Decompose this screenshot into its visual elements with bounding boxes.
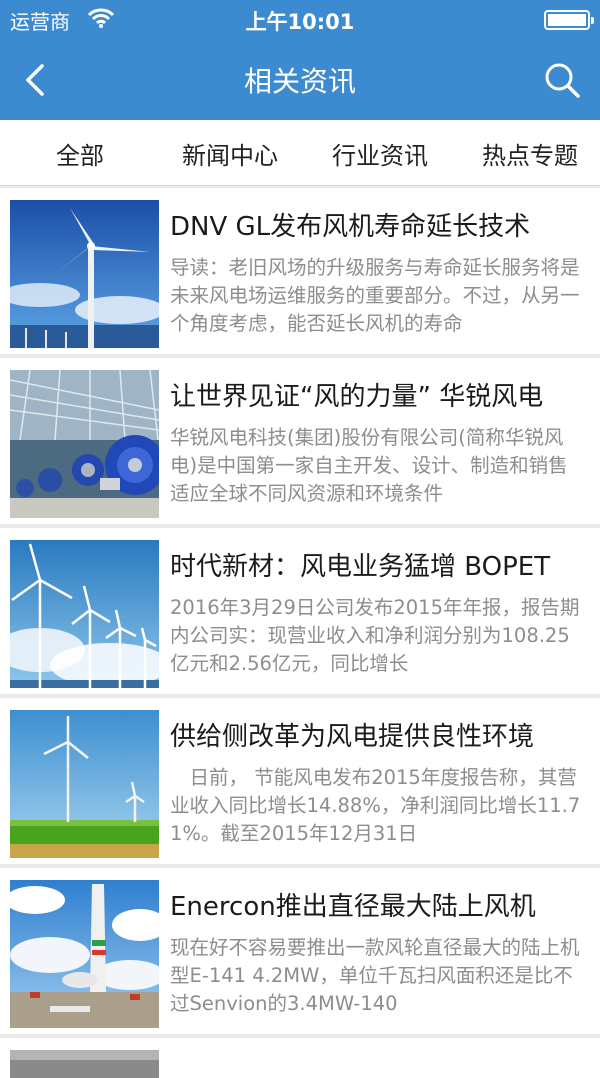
nav-bar: 相关资讯 <box>0 40 600 120</box>
tab-all[interactable]: 全部 <box>5 120 155 186</box>
article-summary: 日前， 节能风电发布2015年度报告称，其营业收入同比增长14.88%，净利润同… <box>170 766 581 845</box>
list-item[interactable] <box>0 1038 600 1078</box>
category-tabs: 全部 新闻中心 行业资讯 热点专题 <box>0 120 600 186</box>
article-summary: 导读：老旧风场的升级服务与寿命延长服务将是未来风电场运维服务的重要部分。不过，从… <box>170 256 580 335</box>
search-button[interactable] <box>542 60 582 100</box>
article-thumbnail <box>10 370 159 518</box>
list-item[interactable]: 让世界见证“风的力量” 华锐风电 华锐风电科技(集团)股份有限公司(简称华锐风电… <box>0 358 600 524</box>
list-item[interactable]: Enercon推出直径最大陆上风机 现在好不容易要推出一款风轮直径最大的陆上机型… <box>0 868 600 1034</box>
article-title: Enercon推出直径最大陆上风机 <box>170 892 536 922</box>
list-item[interactable]: DNV GL发布风机寿命延长技术 导读：老旧风场的升级服务与寿命延长服务将是未来… <box>0 188 600 354</box>
battery-icon <box>544 10 594 30</box>
article-thumbnail <box>10 710 159 858</box>
search-icon <box>545 63 580 98</box>
article-title: 让世界见证“风的力量” 华锐风电 <box>170 382 544 412</box>
article-title: 时代新材：风电业务猛增 BOPET <box>170 552 551 582</box>
list-item[interactable]: 时代新材：风电业务猛增 BOPET 2016年3月29日公司发布2015年年报，… <box>0 528 600 694</box>
page-title: 相关资讯 <box>243 65 356 98</box>
article-summary: 现在好不容易要推出一款风轮直径最大的陆上机型E-141 4.2MW，单位千瓦扫风… <box>170 936 580 1015</box>
article-thumbnail <box>10 200 159 348</box>
tab-hot-topics[interactable]: 热点专题 <box>455 120 600 186</box>
article-summary: 华锐风电科技(集团)股份有限公司(简称华锐风电)是中国第一家自主开发、设计、制造… <box>170 426 568 505</box>
article-thumbnail <box>10 540 159 688</box>
tab-news-center[interactable]: 新闻中心 <box>155 120 305 186</box>
article-thumbnail <box>10 880 159 1028</box>
article-title: 供给侧改革为风电提供良性环境 <box>170 722 535 752</box>
list-item[interactable]: 供给侧改革为风电提供良性环境 日前， 节能风电发布2015年度报告称，其营业收入… <box>0 698 600 864</box>
article-thumbnail <box>10 1050 159 1078</box>
article-summary: 2016年3月29日公司发布2015年年报，报告期内公司实：现营业收入和净利润分… <box>170 596 580 675</box>
status-time: 上午10:01 <box>245 10 355 34</box>
article-title: DNV GL发布风机寿命延长技术 <box>170 212 531 242</box>
status-bar: 运营商 上午10:01 <box>0 0 600 40</box>
tab-industry-news[interactable]: 行业资讯 <box>305 120 455 186</box>
